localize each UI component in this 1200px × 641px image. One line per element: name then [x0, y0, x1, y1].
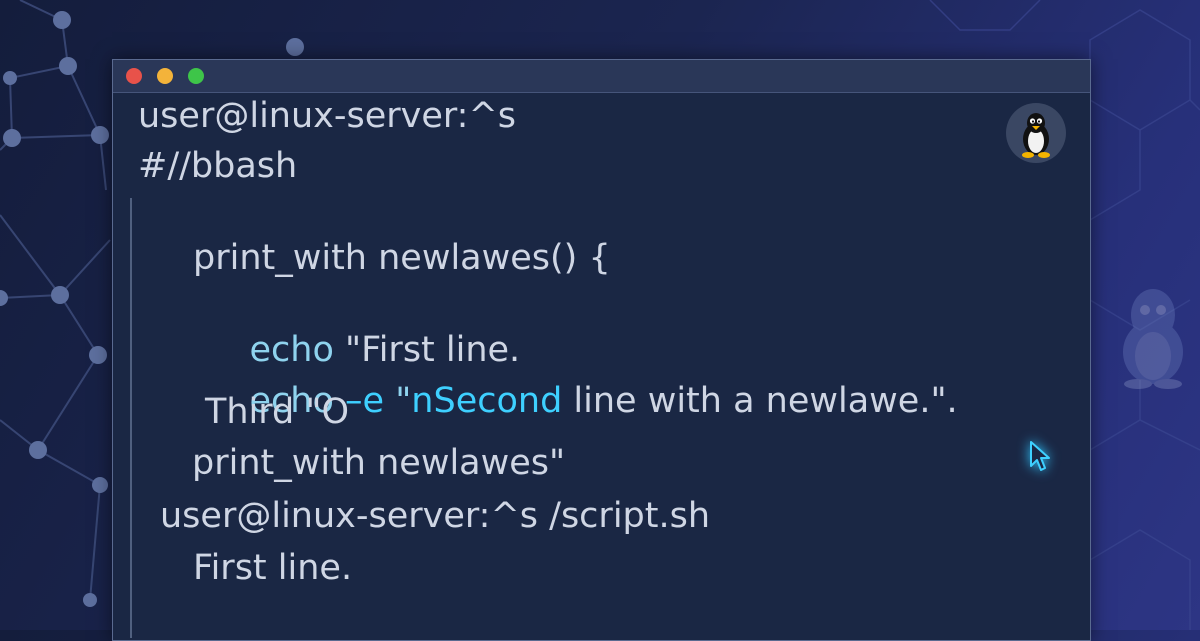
code-block-guide	[130, 198, 132, 638]
maximize-button[interactable]	[188, 68, 204, 84]
tux-avatar	[1006, 103, 1066, 163]
tux-penguin-icon	[1022, 113, 1050, 158]
third-line: Third "O	[205, 392, 350, 432]
ghost-tux-icon	[1123, 289, 1183, 389]
minimize-button[interactable]	[157, 68, 173, 84]
prompt-line-1: user@linux-server:^s	[138, 96, 517, 136]
mouse-cursor-icon	[1030, 441, 1050, 471]
echo-argument: line with a newlawe.".	[562, 381, 958, 421]
function-definition-line: print_with newlawes() {	[193, 238, 611, 278]
output-line-1: First line.	[193, 548, 353, 588]
echo-highlight: nSecond	[411, 381, 563, 421]
echo-quote: "	[384, 381, 412, 421]
terminal-title-bar[interactable]	[113, 60, 1090, 93]
function-call-line: print_with newlawes"	[192, 443, 566, 483]
close-button[interactable]	[126, 68, 142, 84]
prompt-line-2: user@linux-server:^s /script.sh	[160, 496, 711, 536]
terminal-window[interactable]: user@linux-server:^s #//bbash print_with…	[112, 59, 1091, 641]
shebang-line: #//bbash	[138, 146, 298, 186]
